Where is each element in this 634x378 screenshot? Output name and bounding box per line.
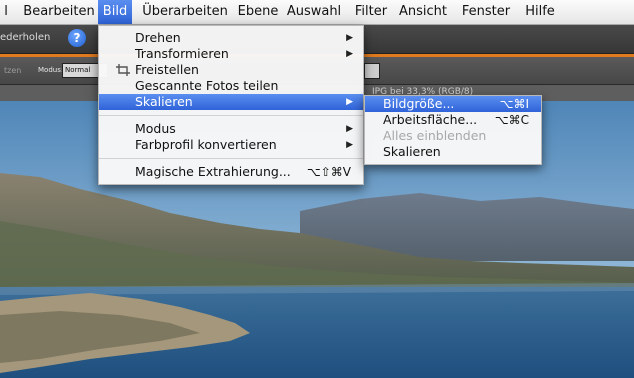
menu-item-bearbeiten[interactable]: Bearbeiten xyxy=(20,0,98,24)
menu-transformieren[interactable]: Transformieren ▶ xyxy=(99,46,363,62)
menu-item-partial[interactable]: l xyxy=(0,0,12,24)
menu-item-auswahl[interactable]: Auswahl xyxy=(285,0,343,24)
menu-shortcut: ⌥⌘C xyxy=(494,113,529,127)
bild-menu: Drehen ▶ Transformieren ▶ Freistellen Ge… xyxy=(98,25,364,185)
menu-shortcut: ⌥⌘I xyxy=(499,97,529,111)
submenu-arrow-icon: ▶ xyxy=(346,97,353,107)
menu-gescannte-label: Gescannte Fotos teilen xyxy=(135,78,279,93)
submenu-arrow-icon: ▶ xyxy=(346,49,353,59)
menu-farbprofil-label: Farbprofil konvertieren xyxy=(135,137,277,152)
options-field[interactable] xyxy=(364,63,380,79)
menu-separator xyxy=(99,158,363,159)
menu-bildgroesse[interactable]: Bildgröße... ⌥⌘I xyxy=(365,96,541,112)
menu-shortcut: ⌥⇧⌘V xyxy=(306,165,351,179)
submenu-arrow-icon: ▶ xyxy=(346,124,353,134)
menu-magische-extrahierung[interactable]: Magische Extrahierung... ⌥⇧⌘V xyxy=(99,164,363,180)
menu-alles-einblenden-label: Alles einblenden xyxy=(383,128,487,143)
app-menubar: l Bearbeiten Bild Überarbeiten Ebene Aus… xyxy=(0,0,634,25)
menu-skalieren-sub[interactable]: Skalieren xyxy=(365,144,541,160)
crop-icon xyxy=(116,64,130,76)
menu-modus-label: Modus xyxy=(135,121,176,136)
menu-arbeitsflaeche[interactable]: Arbeitsfläche... ⌥⌘C xyxy=(365,112,541,128)
menu-skalieren[interactable]: Skalieren ▶ xyxy=(99,94,363,110)
menu-item-hilfe[interactable]: Hilfe xyxy=(520,0,560,24)
menu-item-ueberarbeiten[interactable]: Überarbeiten xyxy=(139,0,231,24)
menu-skalieren-sub-label: Skalieren xyxy=(383,144,441,159)
menu-item-filter[interactable]: Filter xyxy=(350,0,392,24)
menu-freistellen-label: Freistellen xyxy=(135,62,199,77)
submenu-arrow-icon: ▶ xyxy=(346,140,353,150)
menu-farbprofil-konvertieren[interactable]: Farbprofil konvertieren ▶ xyxy=(99,137,363,153)
redo-button[interactable]: ederholen xyxy=(0,32,50,43)
menu-drehen[interactable]: Drehen ▶ xyxy=(99,30,363,46)
menu-arbeitsflaeche-label: Arbeitsfläche... xyxy=(383,112,478,127)
options-left-label: tzen xyxy=(4,66,22,75)
help-icon[interactable]: ? xyxy=(68,29,86,47)
submenu-arrow-icon: ▶ xyxy=(346,33,353,43)
menu-drehen-label: Drehen xyxy=(135,30,181,45)
menu-skalieren-label: Skalieren xyxy=(135,94,193,109)
menu-item-bild[interactable]: Bild xyxy=(98,0,132,24)
menu-transformieren-label: Transformieren xyxy=(135,46,229,61)
menu-alles-einblenden: Alles einblenden xyxy=(365,128,541,144)
menu-separator xyxy=(99,115,363,116)
modus-label: Modus: xyxy=(38,66,64,74)
menu-freistellen[interactable]: Freistellen xyxy=(99,62,363,78)
menu-item-fenster[interactable]: Fenster xyxy=(457,0,515,24)
skalieren-submenu: Bildgröße... ⌥⌘I Arbeitsfläche... ⌥⌘C Al… xyxy=(364,95,542,165)
menu-bildgroesse-label: Bildgröße... xyxy=(383,96,455,111)
menu-modus[interactable]: Modus ▶ xyxy=(99,121,363,137)
menu-gescannte-fotos-teilen[interactable]: Gescannte Fotos teilen xyxy=(99,78,363,94)
menu-magische-label: Magische Extrahierung... xyxy=(135,164,291,179)
menu-item-ansicht[interactable]: Ansicht xyxy=(397,0,449,24)
menu-item-ebene[interactable]: Ebene xyxy=(236,0,280,24)
